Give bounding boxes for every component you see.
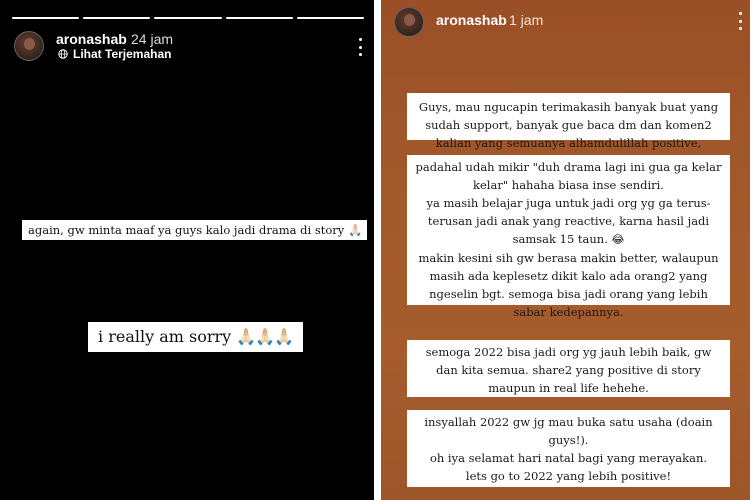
globe-icon [58, 49, 68, 59]
progress-segment [296, 17, 365, 19]
text-line: ya masih belajar juga untuk jadi org yg … [426, 196, 711, 210]
text-line: insyallah 2022 gw jg mau buka satu usaha… [424, 415, 713, 429]
progress-segment [225, 17, 293, 19]
progress-segment [12, 17, 80, 19]
more-options-icon[interactable] [737, 12, 743, 30]
text-line: terusan jadi anak yang reactive, karna h… [427, 214, 710, 228]
profile-avatar[interactable] [14, 31, 44, 61]
text-line: makin kesini sih gw berasa makin better,… [418, 251, 719, 265]
text-line-content: samsak 15 taun. [512, 232, 608, 246]
story-progress-bar [12, 17, 365, 19]
laughing-emoji: 😂 [611, 233, 625, 246]
profile-avatar[interactable] [394, 7, 424, 37]
text-line: sabar kedepannya. [513, 305, 624, 319]
post-time: 24 jam [131, 31, 174, 47]
more-options-icon[interactable] [357, 38, 363, 56]
post-time: 1 jam [509, 12, 544, 28]
text-box-thanks: Guys, mau ngucapin terimakasih banyak bu… [407, 93, 730, 150]
praying-hands-emoji: 🙏🏻 [347, 223, 362, 237]
text-line: maupun in real life hehehe. [488, 381, 649, 395]
text-line: samsak 15 taun. 😂 [407, 230, 730, 249]
text-line: padahal udah mikir "duh drama lagi ini g… [415, 160, 722, 174]
translate-button[interactable]: Lihat Terjemahan [58, 47, 171, 61]
sorry-caption: i really am sorry 🙏🏻🙏🏻🙏🏻 [88, 322, 304, 352]
username[interactable]: aronashab [56, 31, 127, 47]
text-line: kelar" hahaha biasa inse sendiri. [473, 178, 664, 192]
praying-hands-emoji: 🙏🏻🙏🏻🙏🏻 [236, 327, 294, 346]
text-box-hope: semoga 2022 bisa jadi org yg jauh lebih … [407, 340, 730, 397]
text-line: dan kita semua. share2 yang positive di … [436, 363, 701, 377]
story-left-panel: aronashab 24 jam Lihat Terjemahan again,… [0, 0, 374, 500]
text-line: ngeselin bgt. semoga bisa jadi orang yan… [429, 287, 708, 301]
progress-segment [83, 17, 151, 19]
apology-caption: again, gw minta maaf ya guys kalo jadi d… [22, 220, 368, 241]
text-line: semoga 2022 bisa jadi org yg jauh lebih … [425, 345, 712, 359]
text-line: sudah support, banyak gue baca dm dan ko… [425, 118, 712, 132]
text-box-plans: insyallah 2022 gw jg mau buka satu usaha… [407, 410, 730, 487]
text-line: kalian yang semuanya alhamdulillah posit… [435, 136, 702, 150]
text-line: oh iya selamat hari natal bagi yang mera… [429, 451, 708, 465]
text-line: masih ada keplesetz dikit kalo ada orang… [429, 269, 708, 283]
translate-label: Lihat Terjemahan [73, 47, 172, 61]
progress-segment [154, 17, 222, 19]
text-box-reflection: padahal udah mikir "duh drama lagi ini g… [407, 155, 730, 319]
sorry-text: i really am sorry [98, 327, 232, 346]
username[interactable]: aronashab [436, 12, 507, 28]
text-line: guys!). [548, 433, 589, 447]
text-line: Guys, mau ngucapin terimakasih banyak bu… [418, 100, 719, 114]
apology-text: again, gw minta maaf ya guys kalo jadi d… [28, 223, 345, 237]
text-line: lets go to 2022 yang lebih positive! [465, 469, 672, 483]
